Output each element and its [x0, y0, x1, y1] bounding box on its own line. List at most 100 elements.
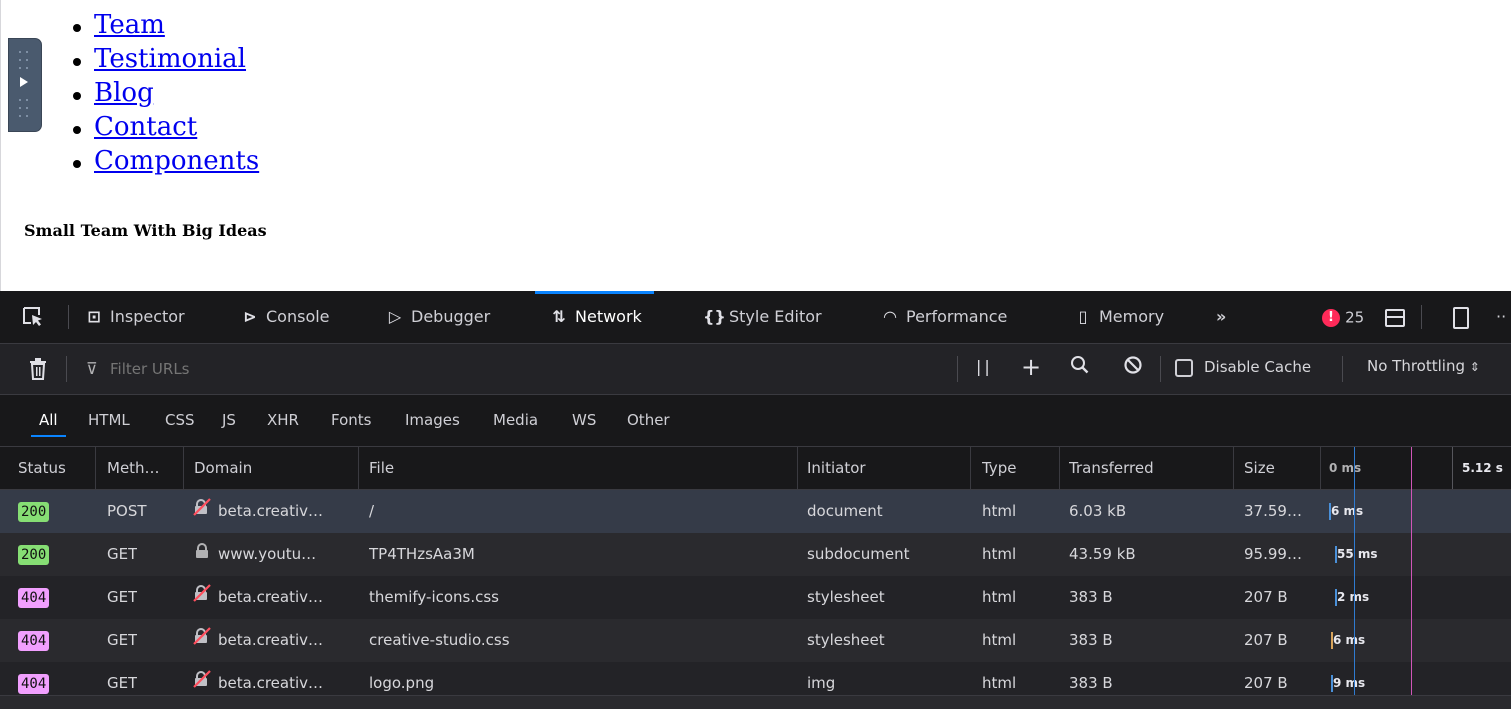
toolbar-separator — [1160, 356, 1161, 382]
column-separator[interactable] — [1059, 447, 1060, 489]
nav-item-testimonial: Testimonial — [70, 42, 259, 76]
method-cell: GET — [107, 588, 138, 606]
timing-label: 6 ms — [1331, 504, 1364, 518]
filter-tab-all[interactable]: All — [31, 395, 66, 446]
filter-tab-html[interactable]: HTML — [88, 395, 130, 446]
error-count-button[interactable]: ! 25 — [1322, 291, 1364, 343]
filter-tab-fonts[interactable]: Fonts — [331, 395, 371, 446]
transferred-cell: 383 B — [1069, 674, 1113, 692]
dock-layout-button[interactable] — [1385, 291, 1405, 343]
block-requests-button[interactable] — [1123, 355, 1143, 379]
network-status-bar — [0, 695, 1511, 709]
section-heading: Small Team With Big Ideas — [24, 221, 267, 240]
tab-style-editor[interactable]: {} Style Editor — [703, 291, 822, 343]
select-arrows-icon: ⇕ — [1469, 360, 1480, 374]
column-header-type[interactable]: Type — [982, 447, 1016, 489]
column-separator[interactable] — [1320, 447, 1321, 489]
column-header-domain[interactable]: Domain — [194, 447, 252, 489]
performance-icon: ◠ — [883, 307, 897, 326]
domain-text: beta.creativ… — [218, 674, 324, 692]
column-separator[interactable] — [797, 447, 798, 489]
tab-memory[interactable]: ▯ Memory — [1073, 291, 1164, 343]
chevron-double-right-icon: » — [1216, 307, 1227, 326]
filter-tab-xhr[interactable]: XHR — [267, 395, 299, 446]
element-picker-button[interactable] — [22, 291, 54, 343]
transferred-cell: 383 B — [1069, 631, 1113, 649]
pause-button[interactable]: || — [976, 357, 993, 376]
request-row[interactable]: 404 GET beta.creativ… creative-studio.css st… — [0, 619, 1511, 662]
throttling-value: No Throttling — [1367, 357, 1465, 375]
tab-network[interactable]: ⇅ Network — [535, 291, 654, 343]
timing-label: 6 ms — [1333, 633, 1366, 647]
more-tabs-button[interactable]: » — [1216, 291, 1226, 343]
timeline-tick — [1452, 447, 1453, 489]
request-row[interactable]: 200 GET www.youtu… TP4THzsAa3M subdocument ht… — [0, 533, 1511, 576]
status-cell: 200 — [18, 490, 50, 533]
clear-requests-button[interactable] — [28, 358, 48, 384]
status-badge: 200 — [18, 501, 50, 522]
status-badge: 404 — [18, 673, 50, 694]
insecure-connection-icon — [192, 662, 212, 695]
tab-label: Console — [266, 307, 330, 326]
filter-urls-input[interactable] — [108, 355, 932, 383]
filter-tab-images[interactable]: Images — [405, 395, 460, 446]
column-header-method[interactable]: Meth… — [107, 447, 160, 489]
initiator-cell: stylesheet — [807, 588, 885, 606]
nav-link-team[interactable]: Team — [94, 10, 165, 40]
column-header-transferred[interactable]: Transferred — [1069, 447, 1154, 489]
tab-performance[interactable]: ◠ Performance — [880, 291, 1008, 343]
filter-tab-other[interactable]: Other — [627, 395, 670, 446]
search-icon — [1071, 356, 1089, 374]
column-separator[interactable] — [1233, 447, 1234, 489]
request-row[interactable]: 404 GET beta.creativ… logo.png img html 383 B 2… — [0, 662, 1511, 695]
filter-tab-media[interactable]: Media — [493, 395, 538, 446]
nav-link-contact[interactable]: Contact — [94, 112, 197, 142]
timing-label: 55 ms — [1337, 547, 1378, 561]
column-header-size[interactable]: Size — [1244, 447, 1275, 489]
size-cell: 207 B — [1244, 631, 1288, 649]
nav-link-components[interactable]: Components — [94, 146, 259, 176]
responsive-design-icon — [1453, 306, 1469, 329]
request-row[interactable]: 404 GET beta.creativ… themify-icons.css styl… — [0, 576, 1511, 619]
options-menu-button[interactable]: ·· — [1496, 291, 1506, 343]
filter-tab-js[interactable]: JS — [222, 395, 236, 446]
column-header-status[interactable]: Status — [18, 447, 66, 489]
domain-text: beta.creativ… — [218, 631, 324, 649]
method-cell: GET — [107, 631, 138, 649]
initiator-cell: subdocument — [807, 545, 910, 563]
column-header-initiator[interactable]: Initiator — [807, 447, 866, 489]
nav-list: ​ Team Testimonial Blog Contact Componen… — [70, 0, 259, 178]
responsive-design-button[interactable] — [1453, 291, 1469, 343]
tab-inspector[interactable]: ⊡ Inspector — [84, 291, 184, 343]
nav-link-testimonial[interactable]: Testimonial — [94, 44, 246, 74]
throttling-select[interactable]: No Throttling ⇕ — [1367, 357, 1480, 375]
nav-link-blog[interactable]: Blog — [94, 78, 154, 108]
disable-cache-checkbox[interactable] — [1175, 359, 1193, 377]
method-cell: POST — [107, 502, 147, 520]
search-button[interactable] — [1070, 355, 1090, 379]
file-cell: creative-studio.css — [369, 631, 510, 649]
column-separator[interactable] — [358, 447, 359, 489]
request-row[interactable]: 200 POST beta.creativ… / document html 6.03 kB… — [0, 490, 1511, 533]
style-editor-icon: {} — [703, 307, 726, 326]
column-separator[interactable] — [95, 447, 96, 489]
web-page-content: ​ Team Testimonial Blog Contact Componen… — [0, 0, 1511, 291]
status-badge: 404 — [18, 587, 50, 608]
domain-cell: beta.creativ… — [192, 619, 352, 662]
sidebar-toggle-handle[interactable] — [9, 39, 41, 131]
network-toolbar: ⊽ || + Disable Cache No Throttling ⇕ — [0, 344, 1511, 395]
inspector-icon: ⊡ — [87, 307, 101, 326]
status-cell: 404 — [18, 662, 50, 695]
dock-icon — [1385, 308, 1405, 327]
column-separator[interactable] — [183, 447, 184, 489]
add-request-button[interactable]: + — [1021, 353, 1041, 381]
initiator-cell: stylesheet — [807, 631, 885, 649]
column-header-file[interactable]: File — [369, 447, 394, 489]
insecure-connection-icon — [192, 576, 212, 619]
nav-item-team: Team — [70, 8, 259, 42]
filter-tab-ws[interactable]: WS — [572, 395, 596, 446]
filter-tab-css[interactable]: CSS — [165, 395, 195, 446]
tab-console[interactable]: ⊳ Console — [240, 291, 330, 343]
column-separator[interactable] — [970, 447, 971, 489]
tab-debugger[interactable]: ▷ Debugger — [385, 291, 490, 343]
